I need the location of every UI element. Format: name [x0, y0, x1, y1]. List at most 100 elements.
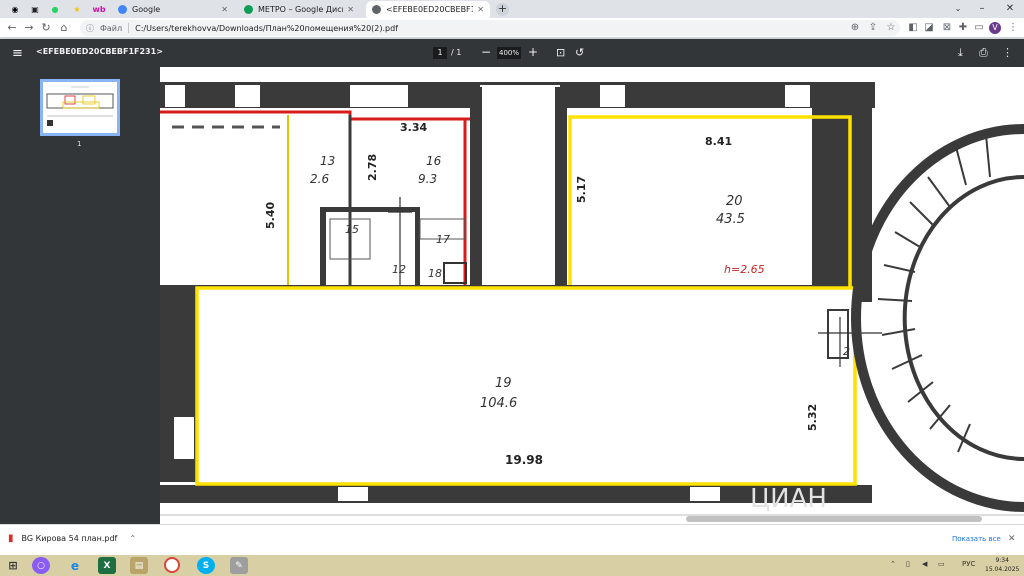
page-number-input[interactable]: 1: [433, 47, 447, 59]
skype-icon[interactable]: S: [197, 557, 215, 574]
address-divider: [128, 23, 130, 33]
forward-button[interactable]: →: [22, 21, 36, 35]
ie-icon[interactable]: e: [66, 557, 84, 574]
dim-532: 5.32: [806, 404, 819, 431]
site-info-icon[interactable]: ⓘ: [86, 23, 94, 34]
chrome-icon[interactable]: [164, 557, 180, 573]
tab-google[interactable]: Google ✕: [112, 1, 234, 18]
room-19-label: 19: [495, 376, 512, 391]
download-bar: ▮ BG Кирова 54 план.pdf ⌃ Показать все ✕: [0, 524, 1024, 555]
pdf-file-icon: ▮: [8, 533, 14, 544]
more-menu-icon[interactable]: ⋮: [1006, 21, 1020, 35]
tab-pdf[interactable]: <EFEBE0ED20CBEBF1F231> ✕: [366, 1, 490, 18]
bookmark-star-icon[interactable]: ☆: [884, 21, 898, 35]
zoom-icon[interactable]: ⊕: [848, 21, 862, 35]
address-bar[interactable]: ⓘ Файл C:/Users/terekhovva/Downloads/Пла…: [80, 20, 900, 36]
language-indicator[interactable]: РУС: [962, 560, 975, 568]
zoom-level-input[interactable]: 400%: [497, 47, 521, 59]
dim-540: 5.40: [264, 202, 277, 229]
window: [690, 487, 720, 501]
pinned-tab-eye[interactable]: ◉: [6, 2, 24, 16]
window: [600, 85, 625, 107]
dim-1998: 19.98: [505, 453, 543, 467]
tab-drive[interactable]: МЕТРО – Google Диск ✕: [238, 1, 360, 18]
chevron-up-icon[interactable]: ⌃: [129, 534, 136, 543]
new-tab-button[interactable]: +: [496, 3, 509, 16]
start-button[interactable]: ⊞: [4, 557, 22, 574]
alisa-icon[interactable]: ○: [32, 557, 50, 574]
print-icon[interactable]: ⎙: [979, 46, 988, 60]
extensions-puzzle-icon[interactable]: ✚: [956, 21, 970, 35]
room-16-area: 9.3: [418, 172, 437, 186]
misc-app-icon[interactable]: ✎: [230, 557, 248, 574]
room-20-label: 20: [726, 194, 743, 209]
minimize-button[interactable]: –: [968, 0, 996, 18]
zoom-out-button[interactable]: −: [481, 45, 491, 59]
reload-button[interactable]: ↻: [39, 21, 53, 35]
hamburger-menu-icon[interactable]: ≡: [12, 46, 23, 61]
room-16-label: 16: [426, 154, 442, 168]
fit-page-icon[interactable]: ⊡: [556, 46, 565, 59]
more-actions-icon[interactable]: ⋮: [1002, 46, 1013, 59]
system-clock[interactable]: 9:34 15.04.2025: [985, 556, 1019, 574]
zoom-in-button[interactable]: +: [528, 45, 538, 59]
pdf-toolbar: ≡ <EFEBE0ED20CBEBF1F231> 1 / 1 − 400% + …: [0, 39, 1024, 67]
window: [785, 85, 810, 107]
page-separator: /: [451, 48, 454, 57]
partition: [320, 207, 420, 212]
close-icon[interactable]: ✕: [1008, 534, 1016, 544]
floor-plan: ЦИАН 13 2.6 16 9.3 15 17 12 18 20 43.5 1…: [160, 82, 1024, 516]
whatsapp-icon: ●: [51, 4, 59, 14]
wb-icon: wb: [92, 4, 106, 14]
show-all-downloads-button[interactable]: Показать все: [952, 535, 1001, 543]
os-taskbar: ⊞ ○ e X ▤ S ✎ ⌃ ▯ ◀ ▭ РУС 9:34 15.04.202…: [0, 555, 1024, 576]
pinned-tab-wb[interactable]: wb: [90, 2, 108, 16]
square-app-icon: ▣: [31, 4, 39, 14]
close-window-button[interactable]: ✕: [996, 0, 1024, 18]
tab-title: Google: [132, 5, 161, 14]
window: [338, 487, 368, 501]
room-area-left: [160, 109, 470, 285]
download-icon[interactable]: ⤓: [958, 46, 963, 60]
download-item[interactable]: ▮ BG Кирова 54 план.pdf ⌃: [8, 533, 136, 544]
pinned-tab-app[interactable]: ▣: [26, 2, 44, 16]
avatar[interactable]: V: [989, 22, 1001, 34]
scheme-label: Файл: [100, 23, 123, 33]
pinned-tab-whatsapp[interactable]: ●: [46, 2, 64, 16]
rotate-icon[interactable]: ↺: [575, 46, 584, 59]
inner-wall: [555, 87, 567, 287]
pinned-tab-star[interactable]: ★: [68, 2, 86, 16]
dim-841: 8.41: [705, 135, 732, 148]
room-area-20: [567, 109, 812, 285]
tray-chevron-icon[interactable]: ⌃: [890, 560, 896, 568]
home-button[interactable]: ⌂: [57, 21, 71, 35]
back-button[interactable]: ←: [5, 21, 19, 35]
file-manager-icon[interactable]: ▤: [130, 557, 148, 574]
star-app-icon: ★: [73, 4, 81, 14]
horizontal-scrollbar[interactable]: [686, 516, 982, 522]
share-icon[interactable]: ⇪: [866, 21, 880, 35]
thumbnail-preview: [46, 86, 114, 126]
close-icon[interactable]: ✕: [347, 5, 354, 14]
extension-2-icon[interactable]: ◪: [922, 21, 936, 35]
inner-wall: [470, 87, 482, 287]
room-20-area: 43.5: [716, 212, 745, 227]
close-icon[interactable]: ✕: [221, 5, 228, 14]
window: [174, 417, 194, 459]
download-filename: BG Кирова 54 план.pdf: [21, 534, 118, 543]
extension-1-icon[interactable]: ◧: [906, 21, 920, 35]
close-icon[interactable]: ✕: [477, 5, 484, 14]
extension-3-icon[interactable]: ⊠: [940, 21, 954, 35]
sidepanel-icon[interactable]: ▭: [972, 21, 986, 35]
page-thumbnail[interactable]: [40, 79, 120, 136]
excel-icon[interactable]: X: [98, 557, 116, 574]
plus-icon: +: [528, 45, 539, 59]
pdf-document-title: <EFEBE0ED20CBEBF1F231>: [36, 47, 163, 56]
home-icon: ⌂: [60, 21, 68, 34]
battery-icon[interactable]: ▭: [938, 560, 945, 568]
room-2-label: 2: [843, 345, 850, 358]
network-icon[interactable]: ▯: [906, 560, 910, 568]
page-count: / 1: [451, 48, 461, 57]
chevron-down-icon: ⌄: [954, 4, 962, 13]
speaker-icon[interactable]: ◀: [922, 560, 927, 568]
